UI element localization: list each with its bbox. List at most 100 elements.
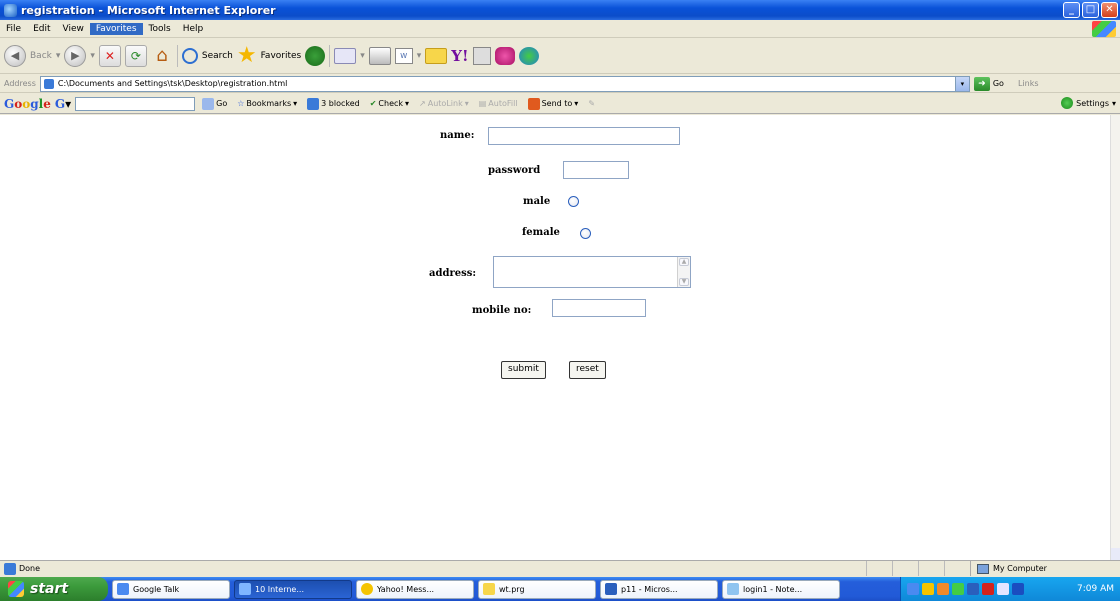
task-login1-notepad[interactable]: login1 - Note... xyxy=(722,579,840,599)
page-scrollbar[interactable] xyxy=(1110,115,1120,560)
popup-blocked-button[interactable]: 3 blocked xyxy=(304,97,363,110)
name-input[interactable] xyxy=(488,127,680,145)
menu-help[interactable]: Help xyxy=(177,23,210,35)
google-go-button[interactable]: Go xyxy=(199,97,230,110)
clock[interactable]: 7:09 AM xyxy=(1077,584,1114,594)
go-button[interactable]: ➜ Go xyxy=(973,76,1004,91)
settings-icon xyxy=(1061,97,1074,109)
forward-arrow-icon[interactable]: ▶ xyxy=(64,44,87,67)
yahoo-icon[interactable]: Y! xyxy=(451,47,468,65)
buddy-icon[interactable] xyxy=(518,46,539,65)
start-label: start xyxy=(30,581,69,597)
scroll-up-icon[interactable]: ▲ xyxy=(679,258,689,266)
calendar-icon[interactable] xyxy=(472,46,491,65)
submit-button[interactable]: submit xyxy=(501,361,546,379)
google-settings-button[interactable]: Settings ▾ xyxy=(1061,97,1116,109)
messenger-icon[interactable] xyxy=(494,46,515,65)
password-input[interactable] xyxy=(563,161,629,179)
media-icon[interactable] xyxy=(305,45,326,66)
task-p11-word[interactable]: p11 - Micros... xyxy=(600,579,718,599)
popup-blocker-icon xyxy=(307,97,320,110)
tray-security-icon[interactable] xyxy=(982,583,994,595)
mail-dropdown-icon[interactable]: ▾ xyxy=(360,51,365,61)
male-label: male xyxy=(523,196,551,207)
folder-task-icon xyxy=(483,583,495,595)
tray-display-icon[interactable] xyxy=(1012,583,1024,595)
google-g-menu-icon[interactable]: G▾ xyxy=(55,97,71,111)
menu-edit[interactable]: Edit xyxy=(27,23,56,35)
male-radio[interactable] xyxy=(568,196,579,207)
send-to-button[interactable]: Send to ▾ xyxy=(525,97,582,110)
google-bookmarks-button[interactable]: ☆ Bookmarks ▾ xyxy=(234,99,300,108)
task-label: Yahoo! Mess... xyxy=(377,584,435,594)
menu-tools[interactable]: Tools xyxy=(143,23,177,35)
task-google-talk[interactable]: Google Talk xyxy=(112,579,230,599)
minimize-button[interactable]: _ xyxy=(1063,2,1080,18)
google-talk-icon xyxy=(117,583,129,595)
address-textarea[interactable]: ▲ ▼ xyxy=(493,256,691,288)
mobile-input[interactable] xyxy=(552,299,646,317)
favorites-button[interactable]: Favorites xyxy=(261,51,302,61)
favorites-star-icon[interactable]: ★ xyxy=(237,43,257,68)
links-button[interactable]: Links xyxy=(1018,79,1039,88)
mobile-label: mobile no: xyxy=(472,305,532,316)
page-content: name: password male female address: ▲ ▼ … xyxy=(0,115,1110,560)
pencil-icon[interactable]: ✎ xyxy=(585,99,598,108)
refresh-icon[interactable]: ⟳ xyxy=(124,44,147,67)
home-icon[interactable]: ⌂ xyxy=(151,45,173,67)
stop-icon[interactable]: ✕ xyxy=(98,44,121,67)
tray-yahoo-icon[interactable] xyxy=(922,583,934,595)
forward-dropdown-icon[interactable]: ▾ xyxy=(90,51,95,61)
start-button[interactable]: start xyxy=(0,577,108,601)
menu-favorites[interactable]: Favorites xyxy=(89,22,143,35)
standard-toolbar: ◀ Back ▾ ▶ ▾ ✕ ⟳ ⌂ Search ★ Favorites ▾ … xyxy=(0,38,1120,74)
menu-view[interactable]: View xyxy=(57,23,90,35)
google-logo: Google xyxy=(4,96,51,111)
tray-talk-icon[interactable] xyxy=(997,583,1009,595)
edit-dropdown-icon[interactable]: ▾ xyxy=(417,51,422,61)
page-scroll-down-icon[interactable] xyxy=(1111,548,1120,560)
task-internet-explorer[interactable]: 10 Interne... xyxy=(234,579,352,599)
spell-check-button[interactable]: ✔ Check ▾ xyxy=(367,99,412,108)
window-title: registration - Microsoft Internet Explor… xyxy=(21,3,276,17)
address-form-label: address: xyxy=(429,268,477,279)
task-label: p11 - Micros... xyxy=(621,584,678,594)
search-icon[interactable] xyxy=(181,47,198,64)
search-button[interactable]: Search xyxy=(202,51,233,61)
maximize-button[interactable]: □ xyxy=(1082,2,1099,18)
name-label: name: xyxy=(440,130,475,141)
send-to-icon xyxy=(527,97,540,110)
send-to-label: Send to xyxy=(541,99,573,108)
task-wt-folder[interactable]: wt.prg xyxy=(478,579,596,599)
ie-task-icon xyxy=(239,583,251,595)
tray-antivirus-icon[interactable] xyxy=(952,583,964,595)
google-toolbar: Google G▾ Go ☆ Bookmarks ▾ 3 blocked ✔ Ch… xyxy=(0,94,1120,114)
edit-icon[interactable]: W xyxy=(394,47,413,64)
address-dropdown-icon[interactable]: ▾ xyxy=(954,76,969,91)
address-label: Address xyxy=(4,79,36,88)
password-label: password xyxy=(488,165,541,176)
close-button[interactable]: ✕ xyxy=(1101,2,1118,18)
scroll-down-icon[interactable]: ▼ xyxy=(679,278,689,286)
menu-file[interactable]: File xyxy=(0,23,27,35)
settings-label: Settings xyxy=(1076,98,1109,108)
autolink-button[interactable]: ↗ AutoLink ▾ xyxy=(416,99,472,108)
textarea-scrollbar[interactable]: ▲ ▼ xyxy=(677,257,690,287)
female-radio[interactable] xyxy=(580,228,591,239)
autolink-icon: ↗ xyxy=(419,99,426,108)
tray-network-icon[interactable] xyxy=(907,583,919,595)
tray-volume-icon[interactable] xyxy=(967,583,979,595)
google-search-input[interactable] xyxy=(75,96,196,111)
back-dropdown-icon[interactable]: ▾ xyxy=(56,51,61,61)
folder-icon[interactable] xyxy=(425,47,448,64)
back-label[interactable]: Back xyxy=(30,51,52,61)
tray-messenger-icon[interactable] xyxy=(937,583,949,595)
back-arrow-icon[interactable]: ◀ xyxy=(4,44,26,67)
mail-icon[interactable] xyxy=(334,47,357,64)
address-input[interactable]: C:\Documents and Settings\tsk\Desktop\re… xyxy=(39,75,970,92)
taskbar: start Google Talk 10 Interne... Yahoo! M… xyxy=(0,577,1120,601)
autofill-button[interactable]: ▤ AutoFill xyxy=(476,99,521,108)
print-icon[interactable] xyxy=(368,46,391,65)
task-yahoo-messenger[interactable]: Yahoo! Mess... xyxy=(356,579,474,599)
reset-button[interactable]: reset xyxy=(569,361,606,379)
